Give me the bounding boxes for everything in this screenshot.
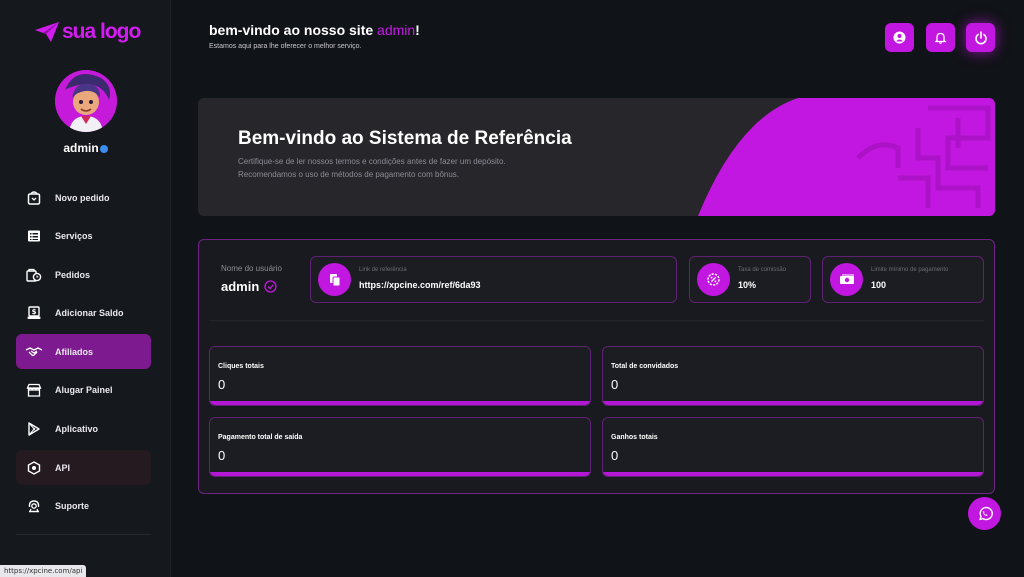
stat-accent-bar xyxy=(603,472,983,476)
sidebar-item-label: Aplicativo xyxy=(55,424,99,435)
sidebar-item-aplicativo[interactable]: Aplicativo xyxy=(16,412,151,447)
welcome-subtitle: Estamos aqui para lhe oferecer o melhor … xyxy=(209,43,362,50)
sidebar-item-label: Suporte xyxy=(55,501,90,512)
svg-text:$: $ xyxy=(32,308,37,316)
api-icon xyxy=(25,459,43,477)
welcome-title: bem-vindo ao nosso site admin! xyxy=(209,22,420,38)
affiliate-panel: Nome do usuário admin Link de referência… xyxy=(198,239,995,494)
commission-label: Taxa de comissão xyxy=(738,267,787,273)
user-icon xyxy=(893,31,906,44)
stat-value: 0 xyxy=(611,377,619,392)
orders-icon xyxy=(25,266,43,284)
whatsapp-button[interactable] xyxy=(968,497,1001,530)
min-payout-value: 100 xyxy=(871,280,887,290)
username-block: Nome do usuário admin xyxy=(221,264,282,294)
copy-icon[interactable] xyxy=(318,263,351,296)
sidebar-item-label: API xyxy=(55,462,71,473)
bell-icon xyxy=(934,32,947,44)
bag-icon xyxy=(25,189,43,207)
stat-label: Cliques totais xyxy=(218,363,264,370)
play-store-icon xyxy=(25,420,43,438)
percent-badge-icon xyxy=(697,263,730,296)
commission-card: Taxa de comissão 10% xyxy=(689,256,811,303)
sidebar-item-servicos[interactable]: Serviços xyxy=(16,219,151,254)
welcome-suffix: ! xyxy=(415,22,420,38)
stat-accent-bar xyxy=(603,401,983,405)
stat-label: Pagamento total de saída xyxy=(218,434,303,441)
profile-button[interactable] xyxy=(885,23,914,52)
sidebar-item-afiliados[interactable]: Afiliados xyxy=(16,334,151,370)
sidebar-divider xyxy=(16,534,151,535)
sidebar-item-label: Afiliados xyxy=(55,346,94,357)
paper-plane-icon xyxy=(35,22,59,42)
avatar[interactable] xyxy=(55,70,117,132)
sidebar-item-pedidos[interactable]: Pedidos xyxy=(16,257,151,292)
whatsapp-icon xyxy=(978,506,993,520)
support-icon xyxy=(25,497,43,515)
banner-title: Bem-vindo ao Sistema de Referência xyxy=(238,128,572,149)
banner-text-line-2: Recomendamos o uso de métodos de pagamen… xyxy=(238,170,460,179)
banner-text-line-1: Certifique-se de ler nossos termos e con… xyxy=(238,157,506,166)
sidebar-item-label: Adicionar Saldo xyxy=(55,308,124,319)
stat-value: 0 xyxy=(218,377,226,392)
min-payout-card: Limite mínimo de pagamento 100 xyxy=(822,256,984,303)
status-bar-url: https://xpcine.com/api xyxy=(0,565,87,577)
stat-accent-bar xyxy=(210,401,590,405)
panel-divider xyxy=(209,320,984,321)
list-icon xyxy=(25,227,43,245)
stat-label: Total de convidados xyxy=(611,363,679,370)
min-payout-label: Limite mínimo de pagamento xyxy=(871,267,949,273)
sidebar-item-novo-pedido[interactable]: Novo pedido xyxy=(16,180,151,215)
commission-value: 10% xyxy=(738,280,757,290)
power-icon xyxy=(974,30,987,44)
sidebar-item-api[interactable]: API xyxy=(16,450,151,486)
logout-button[interactable] xyxy=(966,23,995,52)
verified-badge-icon xyxy=(99,145,108,153)
stat-total-payout: Pagamento total de saída 0 xyxy=(209,417,591,477)
username-text: admin xyxy=(63,141,99,155)
welcome-banner: Bem-vindo ao Sistema de Referência Certi… xyxy=(198,98,995,216)
wallet-icon: $ xyxy=(25,304,43,322)
welcome-prefix: bem-vindo ao nosso site xyxy=(209,22,378,38)
sidebar-username: admin xyxy=(0,141,171,155)
sidebar: sua logo admin Novo pedido Serviços Pedi… xyxy=(0,0,171,577)
stat-total-invited: Total de convidados 0 xyxy=(602,346,984,406)
sidebar-item-adicionar-saldo[interactable]: $ Adicionar Saldo xyxy=(16,296,151,331)
sidebar-item-alugar-painel[interactable]: Alugar Painel xyxy=(16,373,151,408)
sidebar-nav: Novo pedido Serviços Pedidos $ Adicionar… xyxy=(16,180,151,527)
stat-total-earnings: Ganhos totais 0 xyxy=(602,417,984,477)
username-value-row: admin xyxy=(221,279,282,294)
sidebar-item-label: Pedidos xyxy=(55,269,91,280)
logo-text: sua logo xyxy=(62,20,141,43)
username-label: Nome do usuário xyxy=(221,264,282,273)
stat-value: 0 xyxy=(218,448,226,463)
sidebar-item-label: Serviços xyxy=(55,231,93,242)
brand-logo[interactable]: sua logo xyxy=(34,20,141,44)
referral-link-card[interactable]: Link de referência https://xpcine.com/re… xyxy=(310,256,677,303)
stat-value: 0 xyxy=(611,448,619,463)
sidebar-item-suporte[interactable]: Suporte xyxy=(16,489,151,524)
welcome-username: admin xyxy=(377,22,416,38)
money-icon xyxy=(830,263,863,296)
referral-link-label: Link de referência xyxy=(359,267,407,273)
username-value: admin xyxy=(221,279,260,294)
sidebar-item-label: Alugar Painel xyxy=(55,385,113,396)
handshake-icon xyxy=(25,343,43,361)
verified-check-icon xyxy=(264,280,277,293)
notifications-button[interactable] xyxy=(926,23,955,52)
stat-accent-bar xyxy=(210,472,590,476)
stat-total-clicks: Cliques totais 0 xyxy=(209,346,591,406)
store-icon xyxy=(25,381,43,399)
referral-link-value: https://xpcine.com/ref/6da93 xyxy=(359,280,481,290)
welcome-header: bem-vindo ao nosso site admin! Estamos a… xyxy=(209,22,420,50)
sidebar-item-label: Novo pedido xyxy=(55,192,110,203)
stat-label: Ganhos totais xyxy=(611,434,658,441)
